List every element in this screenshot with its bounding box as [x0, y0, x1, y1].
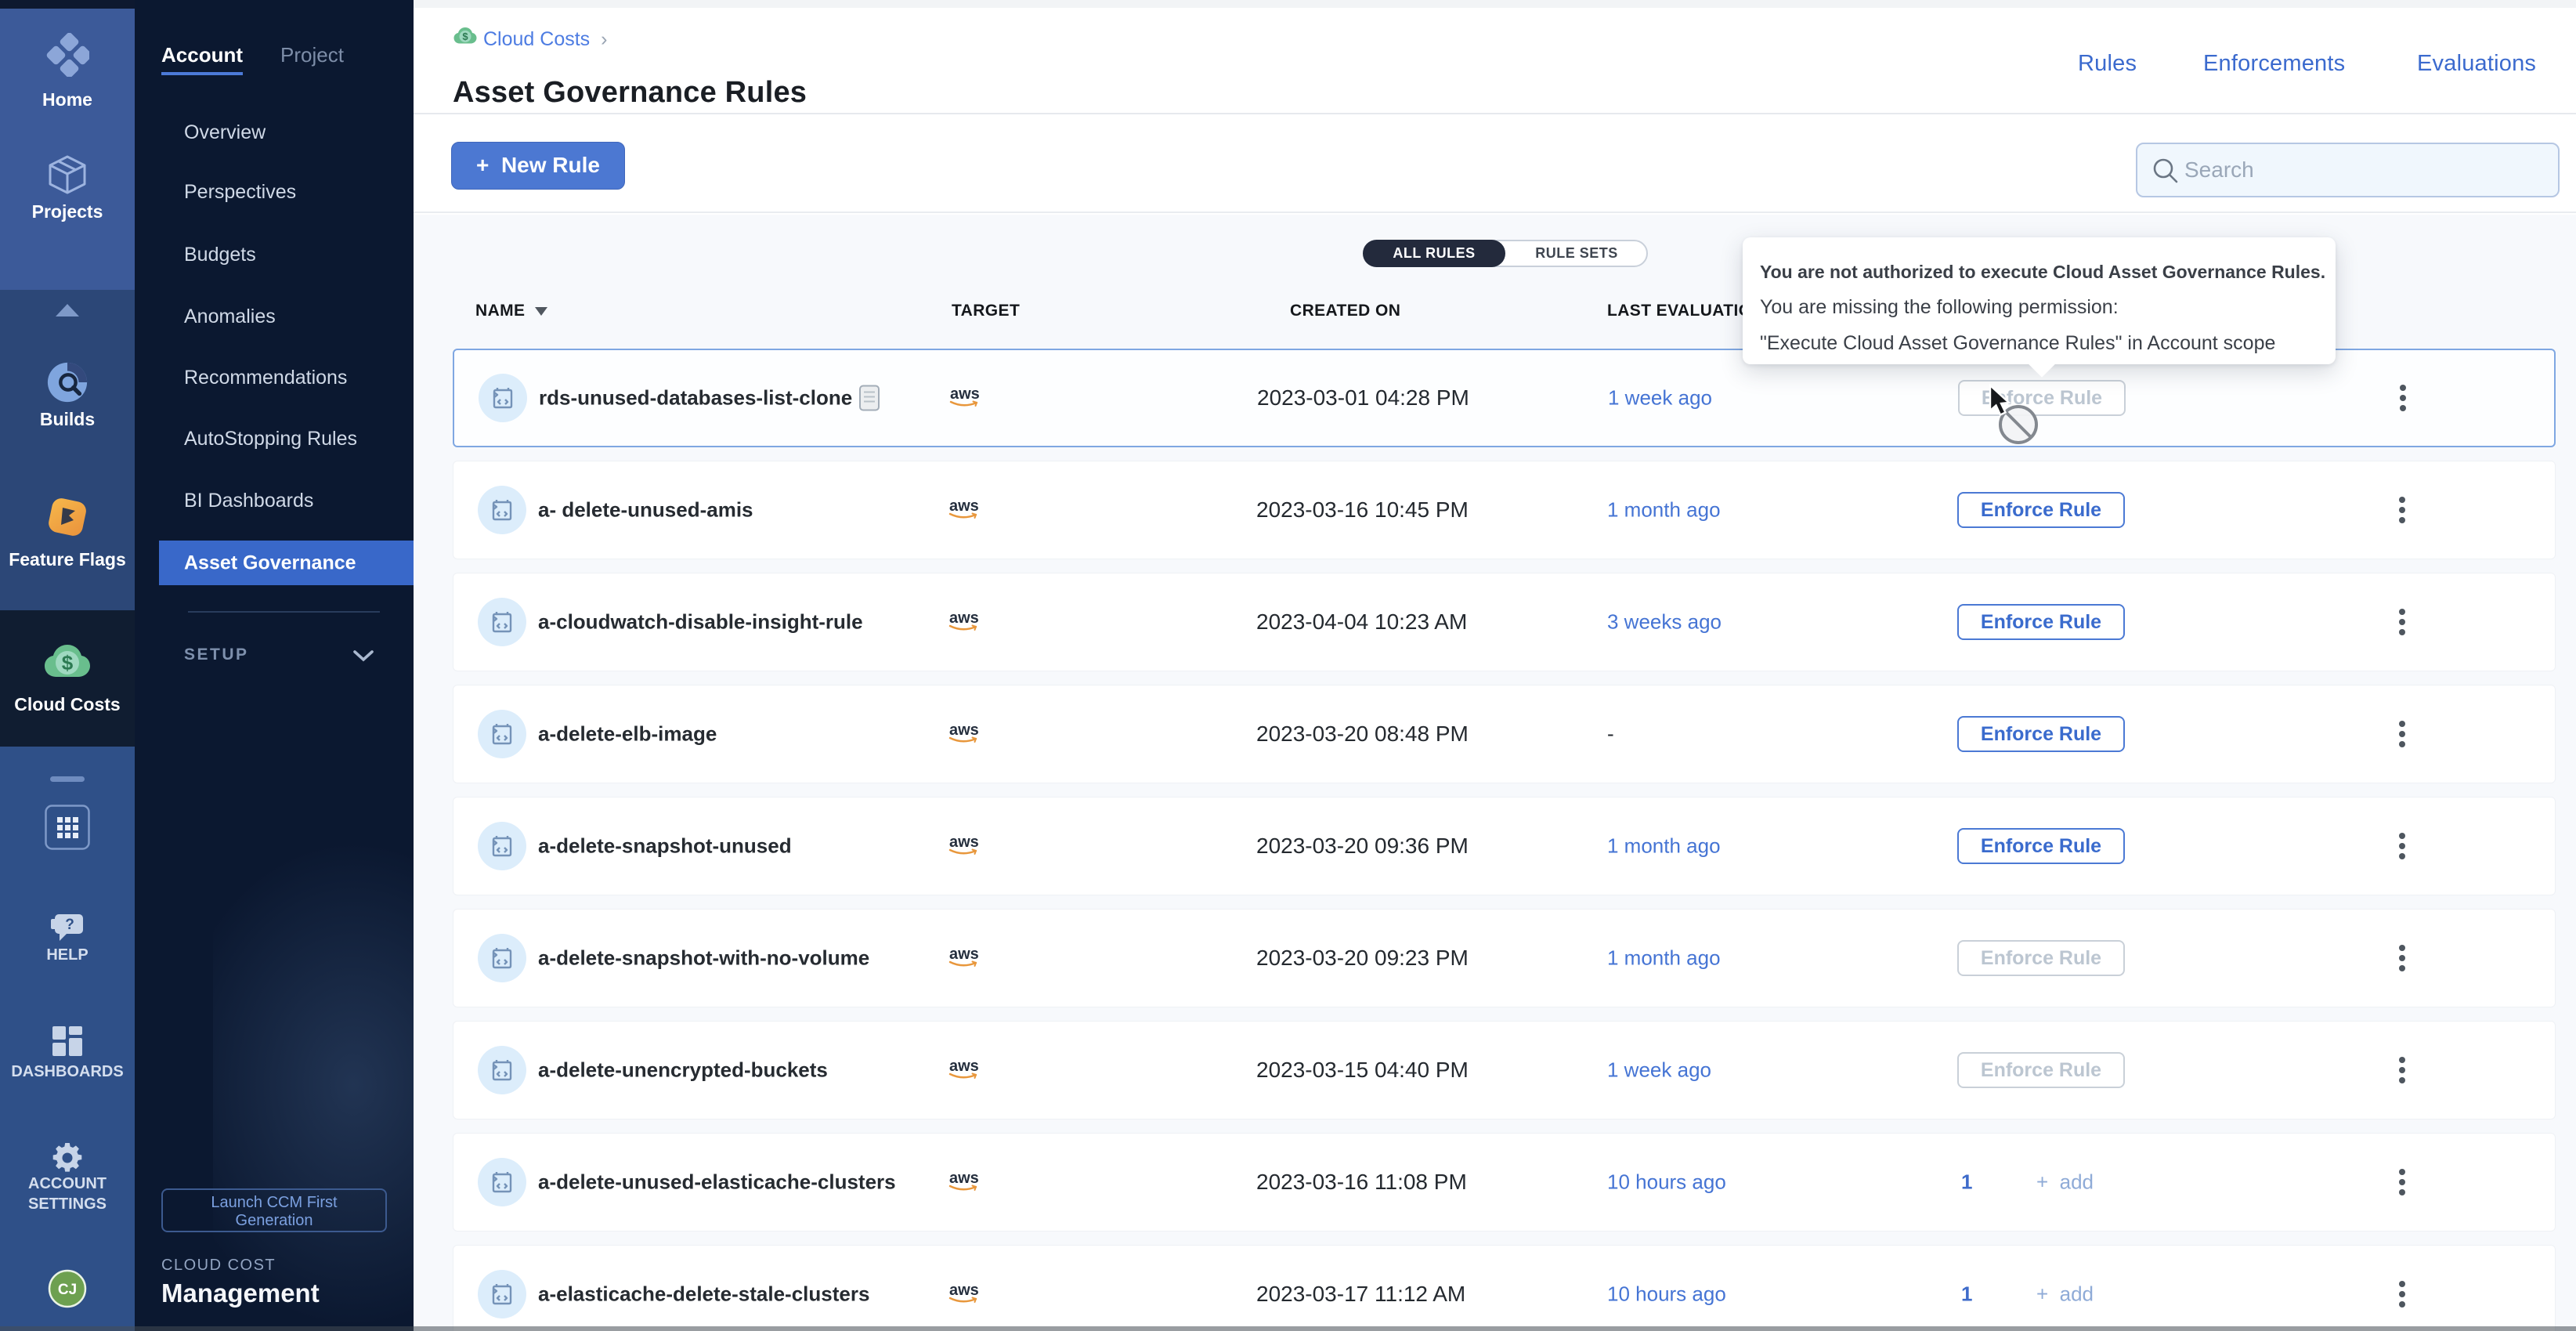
svg-text:aws: aws [949, 1170, 979, 1187]
svg-text:$: $ [62, 651, 74, 675]
svg-text:?: ? [65, 917, 74, 933]
svg-text:aws: aws [949, 1058, 979, 1075]
svg-text:aws: aws [949, 1282, 979, 1299]
svg-text:aws: aws [949, 497, 979, 515]
svg-text:aws: aws [950, 385, 980, 403]
svg-text:CJ: CJ [58, 1282, 77, 1298]
svg-text:$: $ [462, 31, 468, 42]
svg-text:aws: aws [949, 946, 979, 963]
svg-text:aws: aws [949, 722, 979, 739]
svg-text:aws: aws [949, 609, 979, 627]
svg-text:aws: aws [949, 834, 979, 851]
